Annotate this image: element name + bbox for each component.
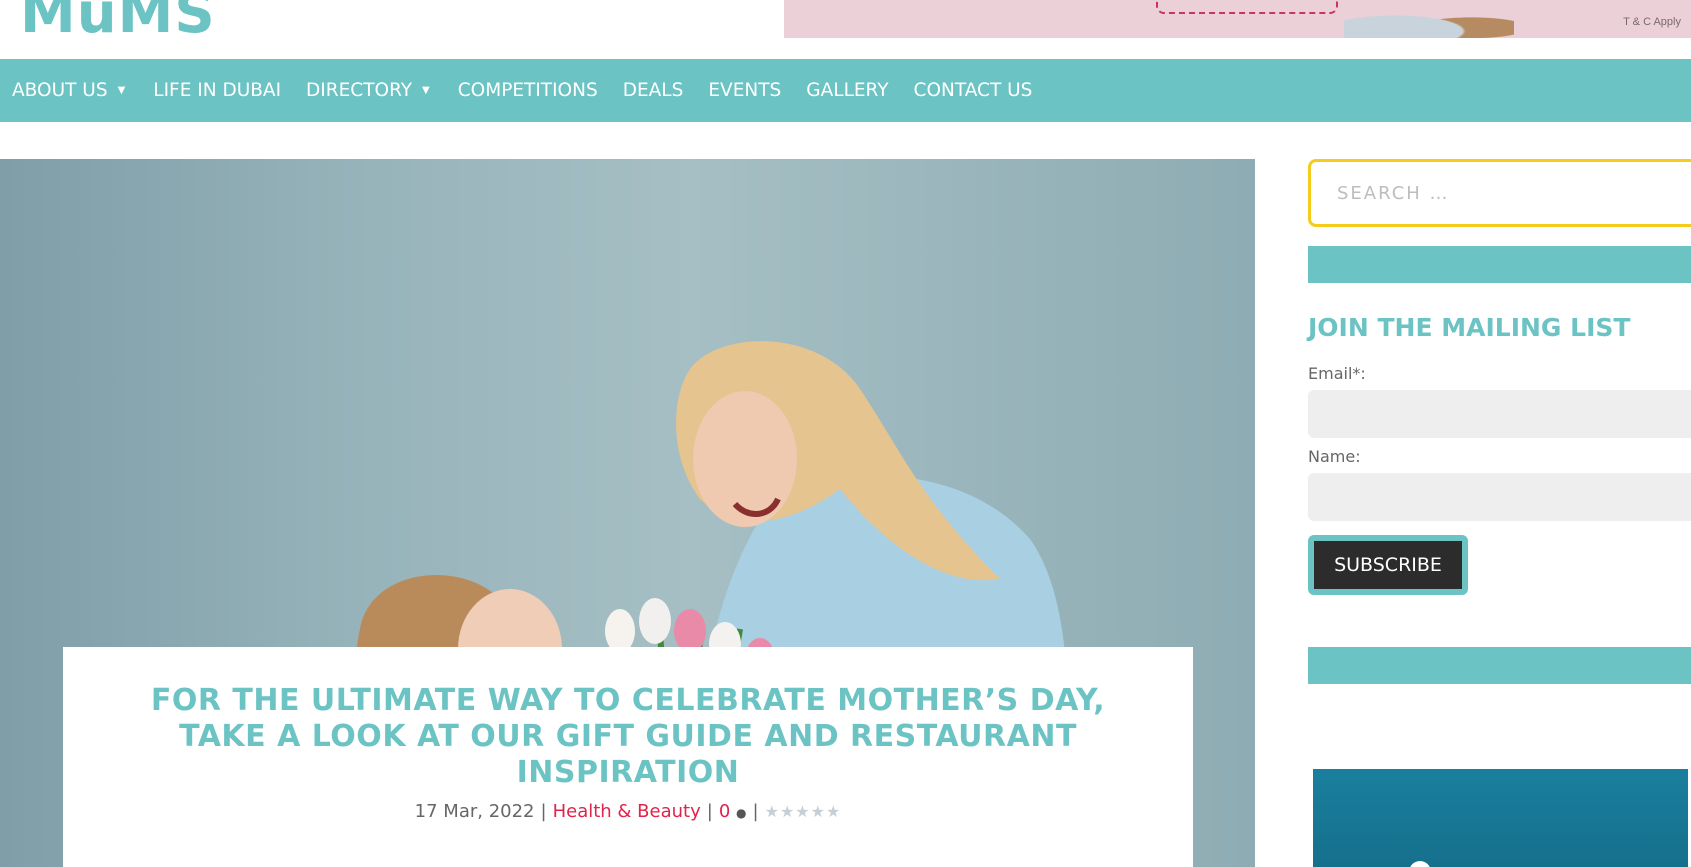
meta-separator: |	[540, 801, 547, 822]
nav-item-life-in-dubai[interactable]: LIFE IN DUBAI	[153, 80, 281, 101]
sidebar-advert[interactable]	[1313, 769, 1688, 867]
subscribe-button[interactable]: SUBSCRIBE	[1308, 535, 1468, 595]
main-nav: ABOUT US ▼ LIFE IN DUBAI DIRECTORY ▼ COM…	[0, 59, 1691, 122]
email-field[interactable]	[1308, 390, 1691, 438]
nav-item-gallery[interactable]: GALLERY	[806, 80, 888, 101]
comment-bubble-icon: ●	[736, 806, 747, 820]
post-title[interactable]: FOR THE ULTIMATE WAY TO CELEBRATE MOTHER…	[63, 683, 1193, 791]
mailing-list-title: JOIN THE MAILING LIST	[1308, 313, 1631, 342]
nav-item-events[interactable]: EVENTS	[708, 80, 781, 101]
nav-item-about-us[interactable]: ABOUT US ▼	[12, 80, 128, 101]
post-category-link[interactable]: Health & Beauty	[553, 801, 701, 822]
banner-coupon-outline	[1156, 0, 1338, 14]
rating-stars-icon: ★★★★★	[764, 802, 842, 821]
post-card: FOR THE ULTIMATE WAY TO CELEBRATE MOTHER…	[63, 647, 1193, 867]
chevron-down-icon: ▼	[117, 85, 126, 96]
nav-item-competitions[interactable]: COMPETITIONS	[458, 80, 598, 101]
banner-terms: T & C Apply	[1623, 16, 1681, 28]
meta-separator: |	[752, 801, 759, 822]
post-meta: 17 Mar, 2022 | Health & Beauty | 0 ● | ★…	[63, 801, 1193, 822]
comments-count: 0	[718, 801, 731, 822]
nav-item-contact-us[interactable]: CONTACT US	[914, 80, 1033, 101]
meta-separator: |	[706, 801, 713, 822]
chevron-down-icon: ▼	[422, 85, 430, 96]
sidebar-divider-bar	[1308, 647, 1691, 684]
site-logo[interactable]: MuMS	[20, 0, 216, 42]
promo-banner[interactable]: T & C Apply	[784, 0, 1691, 38]
post-date: 17 Mar, 2022	[414, 801, 535, 822]
name-field[interactable]	[1308, 473, 1691, 521]
advert-graphic	[1409, 861, 1431, 867]
nav-item-deals[interactable]: DEALS	[623, 80, 684, 101]
banner-baby-image	[1344, 4, 1514, 38]
email-label: Email*:	[1308, 364, 1366, 383]
post-comments-link[interactable]: 0 ●	[719, 801, 747, 822]
name-label: Name:	[1308, 447, 1361, 466]
search-input[interactable]	[1308, 159, 1691, 227]
sidebar-divider-bar	[1308, 246, 1691, 283]
nav-item-directory[interactable]: DIRECTORY ▼	[306, 80, 433, 101]
